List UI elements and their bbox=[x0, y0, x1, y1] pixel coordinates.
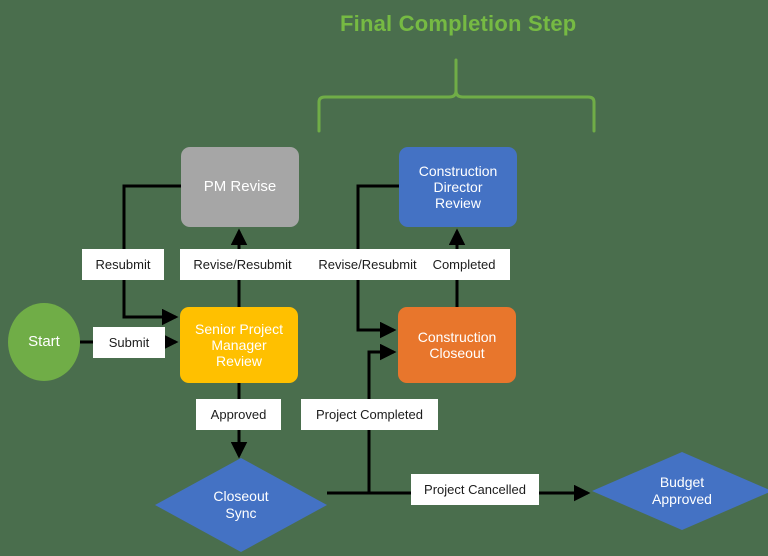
edge-label-submit-text: Submit bbox=[108, 335, 150, 350]
edge-label-revise-resubmit-left: Revise/Resubmit bbox=[180, 249, 305, 280]
edge-label-revise-resubmit-right-text: Revise/Resubmit bbox=[318, 257, 417, 272]
edge-label-completed: Completed bbox=[418, 249, 510, 280]
edge-label-submit: Submit bbox=[93, 327, 165, 358]
edge-label-project-cancelled-text: Project Cancelled bbox=[424, 482, 526, 497]
node-senior-project-manager-review[interactable]: Senior Project Manager Review bbox=[180, 307, 298, 383]
node-construction-closeout[interactable]: Construction Closeout bbox=[398, 307, 516, 383]
edge-label-revise-resubmit-right: Revise/Resubmit bbox=[305, 249, 430, 280]
edge-label-approved: Approved bbox=[196, 399, 281, 430]
edge-label-project-completed: Project Completed bbox=[301, 399, 438, 430]
edge-label-approved-text: Approved bbox=[210, 407, 267, 422]
node-construction-director-review[interactable]: Construction Director Review bbox=[399, 147, 517, 227]
edge-label-completed-text: Completed bbox=[432, 257, 496, 272]
node-budget-approved-label: Budget Approved bbox=[652, 474, 712, 507]
edge-label-resubmit-text: Resubmit bbox=[95, 257, 151, 272]
edge-label-revise-resubmit-left-text: Revise/Resubmit bbox=[193, 257, 292, 272]
edge-label-project-completed-text: Project Completed bbox=[316, 407, 423, 422]
node-start-label: Start bbox=[28, 333, 60, 351]
node-senior-project-manager-review-label: Senior Project Manager Review bbox=[195, 320, 283, 370]
node-pm-revise-label: PM Revise bbox=[203, 178, 277, 196]
node-closeout-sync[interactable]: Closeout Sync bbox=[155, 458, 327, 552]
edge-label-resubmit: Resubmit bbox=[82, 249, 164, 280]
node-start[interactable]: Start bbox=[8, 303, 80, 381]
node-construction-closeout-label: Construction Closeout bbox=[417, 328, 497, 361]
node-closeout-sync-label: Closeout Sync bbox=[213, 488, 269, 521]
node-construction-director-review-label: Construction Director Review bbox=[418, 162, 498, 212]
node-pm-revise[interactable]: PM Revise bbox=[181, 147, 299, 227]
edge-label-project-cancelled: Project Cancelled bbox=[411, 474, 539, 505]
flowchart-canvas: Final Completion Step Start PM Revise Co… bbox=[0, 0, 768, 552]
node-budget-approved[interactable]: Budget Approved bbox=[592, 452, 768, 530]
